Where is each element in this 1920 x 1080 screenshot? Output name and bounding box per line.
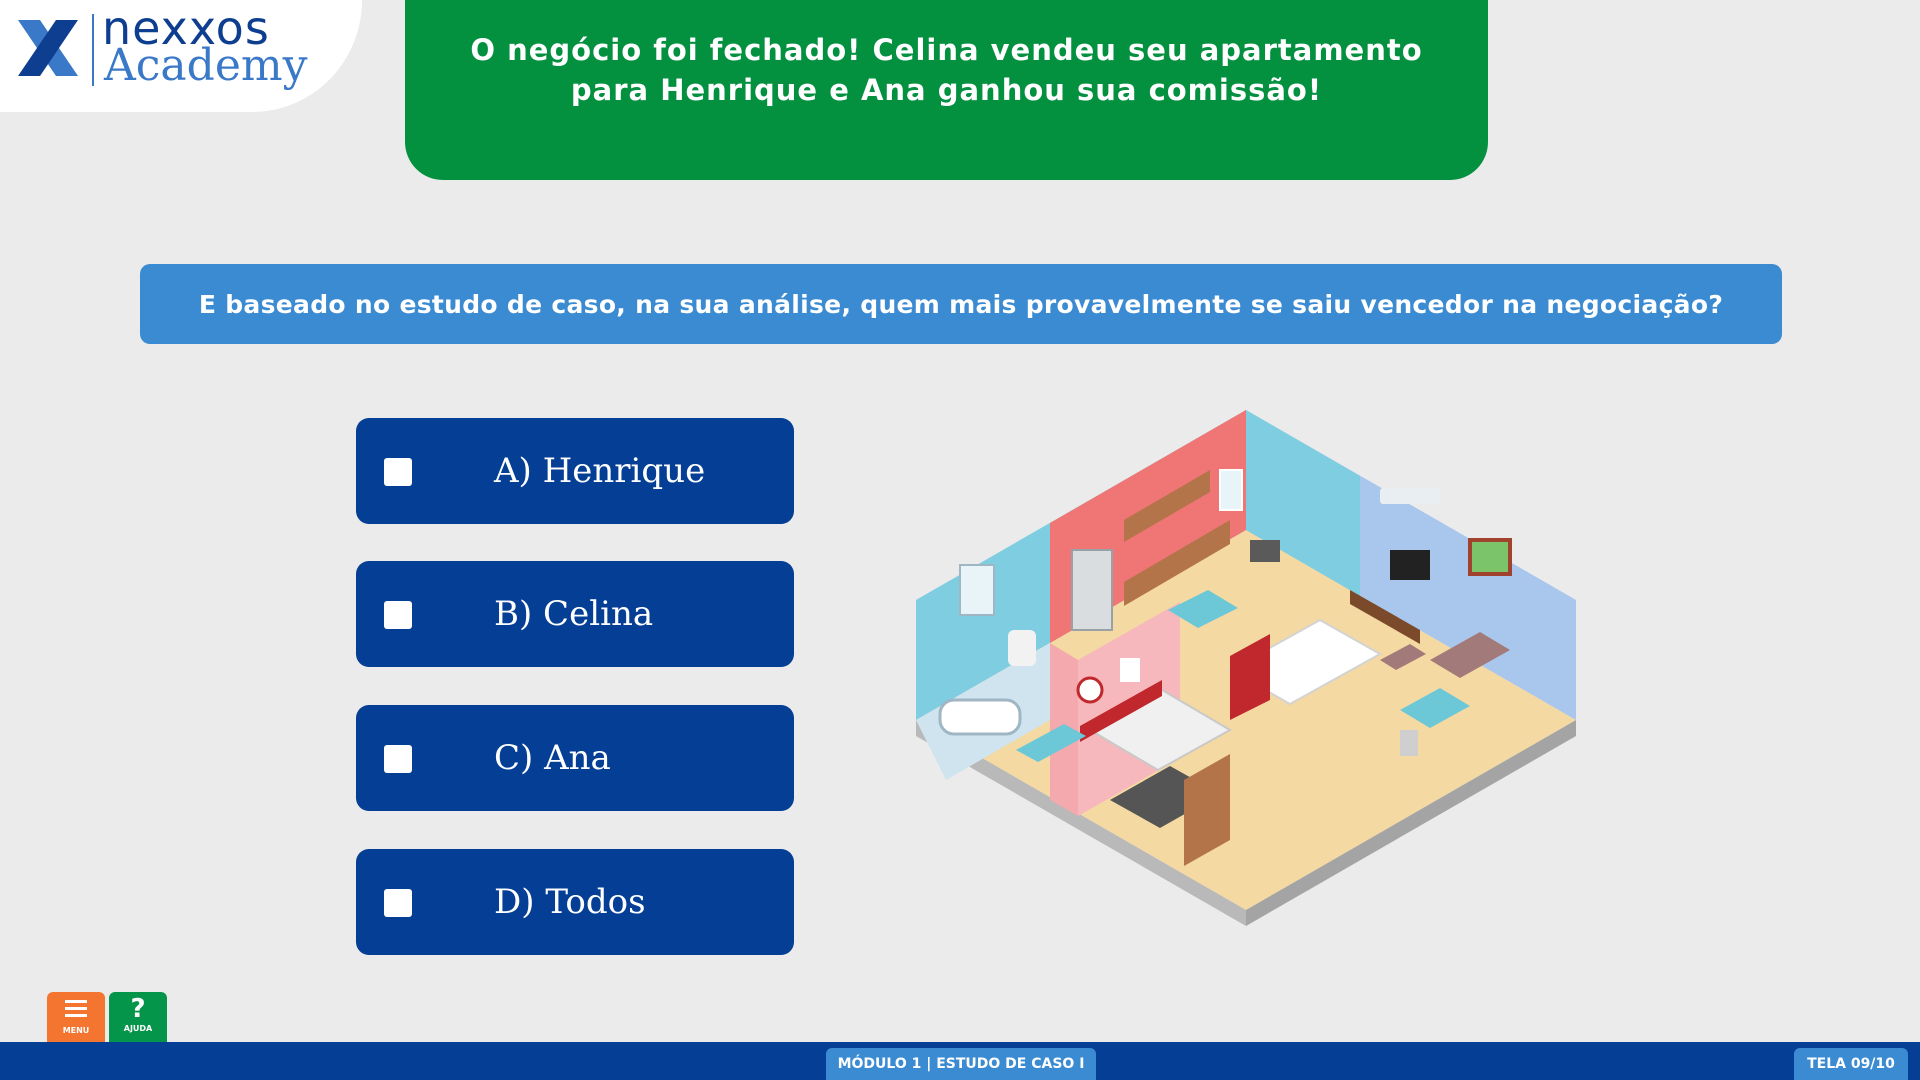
logo: nexxos Academy [0,0,362,112]
air-conditioner [1380,488,1440,504]
footer-bar: MÓDULO 1 | ESTUDO DE CASO I TELA 09/10 [0,1042,1920,1080]
wall-picture [1468,538,1512,576]
option-b-label: B) Celina [494,594,654,634]
wall-clock [1076,676,1104,704]
menu-button[interactable]: MENU [47,992,105,1042]
feedback-banner: O negócio foi fechado! Celina vendeu seu… [405,0,1488,180]
option-c-button[interactable]: C) Ana [356,705,794,811]
banner-text: O negócio foi fechado! Celina vendeu seu… [470,33,1423,107]
option-b-checkbox[interactable] [384,601,412,629]
isometric-apartment-illustration [916,410,1576,926]
toilet [1008,630,1036,666]
nexxos-x-icon [18,20,78,76]
option-b-button[interactable]: B) Celina [356,561,794,667]
wall-poster [1120,658,1140,682]
footer-page-indicator: TELA 09/10 [1794,1048,1908,1080]
logo-divider [92,14,94,86]
option-a-label: A) Henrique [494,451,706,491]
option-c-label: C) Ana [494,738,611,778]
question-text: E baseado no estudo de caso, na sua anál… [198,289,1724,319]
option-a-button[interactable]: A) Henrique [356,418,794,524]
option-d-button[interactable]: D) Todos [356,849,794,955]
plant-pot [1400,730,1418,756]
option-d-checkbox[interactable] [384,889,412,917]
option-d-label: D) Todos [494,882,646,922]
logo-name-bottom: Academy [104,40,308,91]
bathroom-window [959,564,995,616]
option-c-checkbox[interactable] [384,745,412,773]
microwave [1250,540,1280,562]
question-bar: E baseado no estudo de caso, na sua anál… [140,264,1782,344]
kitchen-window [1219,469,1243,511]
help-label: AJUDA [123,1024,153,1033]
bathtub [938,698,1022,736]
tv [1390,550,1430,580]
option-a-checkbox[interactable] [384,458,412,486]
help-button[interactable]: ? AJUDA [109,992,167,1042]
question-mark-icon: ? [130,994,146,1024]
footer-module-label: MÓDULO 1 | ESTUDO DE CASO I [826,1048,1096,1080]
fridge [1071,549,1113,631]
menu-label: MENU [62,1026,90,1035]
hamburger-icon [65,1000,87,1017]
